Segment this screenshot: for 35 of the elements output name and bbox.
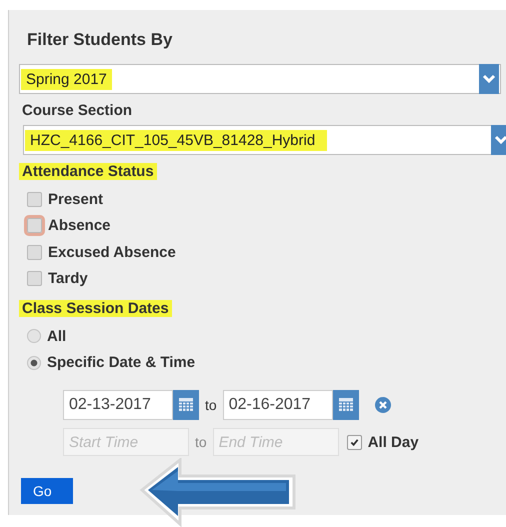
checkbox[interactable] — [27, 218, 42, 234]
select-value: HZC_4166_CIT_105_45VB_81428_Hybrid — [25, 130, 328, 150]
checkbox-label: Present — [48, 190, 104, 208]
range-separator: to — [205, 397, 217, 413]
checkbox-label: Tardy — [48, 270, 88, 288]
radio-button[interactable] — [27, 356, 41, 370]
checkbox-label: Absence — [48, 217, 111, 234]
section-label: Attendance Status — [19, 163, 157, 180]
section-label: Class Session Dates — [19, 300, 172, 317]
calendar-icon[interactable] — [332, 390, 359, 420]
term-select[interactable]: Spring 2017 — [19, 64, 501, 94]
dropdown-icon[interactable] — [490, 125, 506, 155]
start-date-field[interactable]: 02-13-2017 — [63, 390, 173, 420]
checkbox[interactable] — [27, 192, 42, 207]
dropdown-icon[interactable] — [478, 64, 500, 94]
field-label: Course Section — [21, 102, 134, 119]
checkbox[interactable] — [27, 271, 42, 286]
checkbox-label: Excused Absence — [48, 244, 176, 261]
checkbox[interactable] — [346, 434, 362, 450]
checkbox[interactable] — [27, 244, 42, 260]
radio-label: All — [47, 328, 66, 345]
end-date-field[interactable]: 02-16-2017 — [222, 390, 333, 420]
course-section-select[interactable]: HZC_4166_CIT_105_45VB_81428_Hybrid — [23, 125, 506, 155]
range-separator: to — [195, 434, 207, 450]
radio-button[interactable] — [27, 329, 41, 344]
checkbox-label: All Day — [368, 434, 419, 450]
go-button[interactable]: Go — [21, 478, 73, 504]
clear-icon[interactable] — [374, 397, 391, 413]
check-icon — [350, 438, 359, 446]
radio-label: Specific Date & Time — [47, 354, 196, 372]
start-time-field[interactable]: Start Time — [63, 428, 189, 456]
end-time-field[interactable]: End Time — [212, 428, 339, 456]
panel-title: Filter Students By — [27, 30, 172, 50]
select-value: Spring 2017 — [21, 68, 112, 90]
calendar-icon[interactable] — [173, 390, 199, 420]
